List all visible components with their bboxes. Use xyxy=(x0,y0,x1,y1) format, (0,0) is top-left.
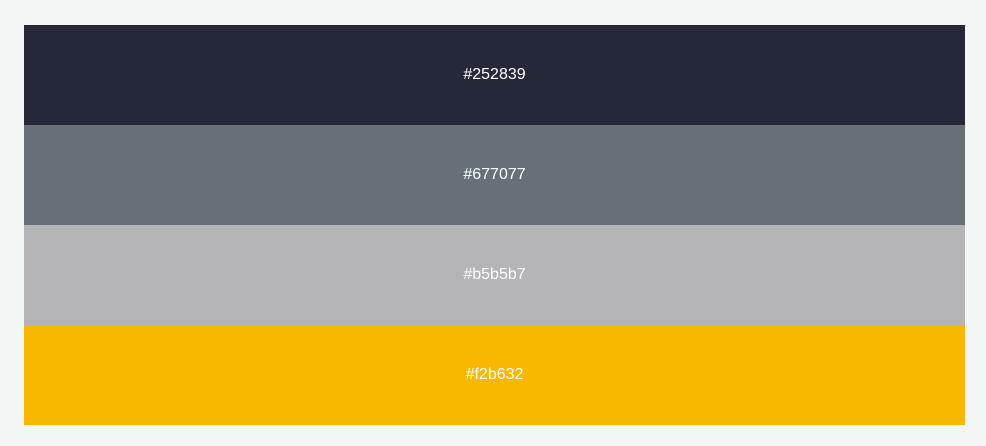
swatch-hex-label: #f2b632 xyxy=(465,366,524,383)
color-swatch-1[interactable]: #252839 xyxy=(24,25,965,125)
swatch-hex-label: #b5b5b7 xyxy=(463,266,526,283)
color-palette: #252839 #677077 #b5b5b7 #f2b632 xyxy=(24,25,965,425)
color-swatch-2[interactable]: #677077 xyxy=(24,125,965,225)
swatch-hex-label: #252839 xyxy=(463,66,526,83)
color-swatch-4[interactable]: #f2b632 xyxy=(24,325,965,425)
swatch-hex-label: #677077 xyxy=(463,166,526,183)
color-swatch-3[interactable]: #b5b5b7 xyxy=(24,225,965,325)
